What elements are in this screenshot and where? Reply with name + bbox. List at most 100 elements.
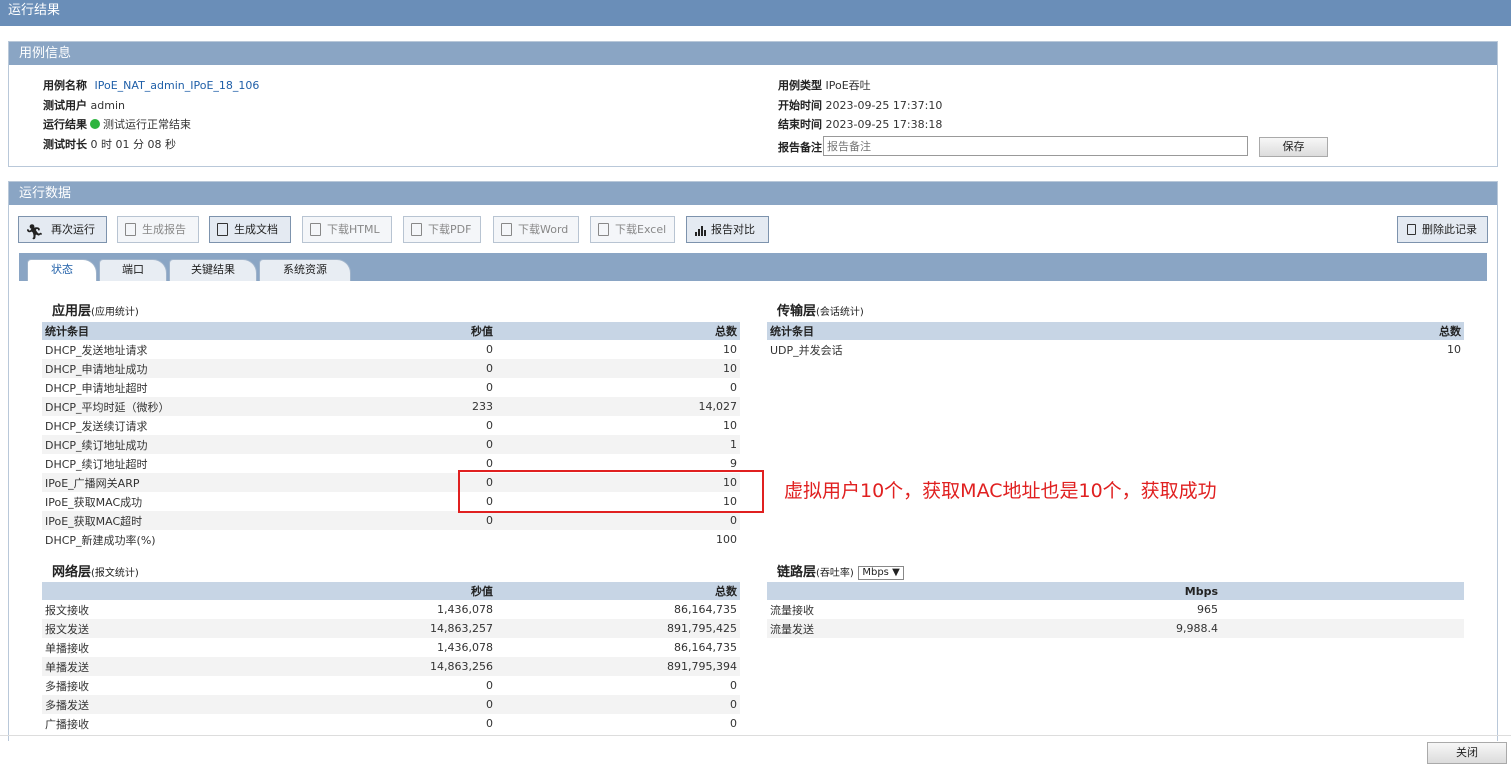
case-type-value: IPoE吞吐 (825, 79, 871, 92)
col-per-second: 秒值 (272, 322, 496, 340)
stat-item-cell: 流量接收 (767, 600, 997, 619)
run-result-value: 测试运行正常结束 (103, 118, 191, 131)
end-time-label: 结束时间 (778, 118, 822, 131)
status-ok-icon (90, 119, 100, 129)
report-remark-input[interactable] (823, 136, 1248, 156)
table-row: 报文接收 1,436,078 86,164,735 (42, 600, 740, 619)
duration-row: 测试时长 0 时 01 分 08 秒 (43, 136, 176, 152)
stat-value-cell: 891,795,394 (496, 657, 740, 676)
stat-item-cell: DHCP_发送地址请求 (42, 340, 272, 359)
tab-status[interactable]: 状态 (27, 259, 97, 281)
stat-item-cell: DHCP_续订地址超时 (42, 454, 272, 473)
stat-value-cell: 1,436,078 (272, 600, 496, 619)
download-excel-button[interactable]: 下载Excel (590, 216, 675, 243)
table-row: 多播发送 0 0 (42, 695, 740, 714)
delete-record-label: 删除此记录 (1422, 223, 1477, 236)
col-empty (1221, 582, 1464, 600)
empty-cell (1221, 600, 1464, 619)
app-layer-table: 统计条目 秒值 总数 DHCP_发送地址请求 0 10 DHCP_申请地址成功 0 10 D… (42, 322, 740, 549)
case-name-link[interactable]: IPoE_NAT_admin_IPoE_18_106 (95, 79, 260, 92)
net-layer-title-text: 网络层 (52, 565, 92, 580)
empty-cell (1221, 619, 1464, 638)
tab-system-resources[interactable]: 系统资源 (259, 259, 351, 281)
stat-item-cell: DHCP_申请地址成功 (42, 359, 272, 378)
html-document-icon (310, 223, 321, 236)
table-row: DHCP_平均时延（微秒） 233 14,027 (42, 397, 740, 416)
start-time-label: 开始时间 (778, 99, 822, 112)
table-row: 流量接收 965 (767, 600, 1464, 619)
stat-item-cell: DHCP_续订地址成功 (42, 435, 272, 454)
col-total: 总数 (496, 582, 740, 600)
duration-label: 测试时长 (43, 138, 87, 151)
stat-value-cell: 86,164,735 (496, 600, 740, 619)
stat-value-cell: 10 (1117, 340, 1464, 359)
download-pdf-label: 下载PDF (428, 223, 472, 236)
stat-value-cell: 0 (272, 416, 496, 435)
transport-layer-title: 传输层(会话统计) (767, 300, 901, 322)
generate-doc-button[interactable]: 生成文档 (209, 216, 291, 243)
download-html-button[interactable]: 下载HTML (302, 216, 392, 243)
stat-value-cell: 100 (496, 530, 740, 549)
table-row: DHCP_发送续订请求 0 10 (42, 416, 740, 435)
document-icon (125, 223, 136, 236)
stat-value-cell: 0 (272, 695, 496, 714)
stat-value-cell: 0 (496, 676, 740, 695)
generate-report-label: 生成报告 (142, 223, 186, 236)
download-html-label: 下载HTML (327, 223, 380, 236)
tab-ports[interactable]: 端口 (99, 259, 167, 281)
footer-divider (0, 735, 1511, 736)
case-name-row: 用例名称 IPoE_NAT_admin_IPoE_18_106 (43, 77, 259, 93)
table-row: 报文发送 14,863,257 891,795,425 (42, 619, 740, 638)
col-stat-item (767, 582, 997, 600)
highlight-box (458, 470, 764, 513)
link-layer-title-text: 链路层 (777, 565, 817, 580)
unit-select[interactable]: Mbps ▼ (858, 566, 904, 580)
col-per-second: 秒值 (272, 582, 496, 600)
stat-value-cell: 233 (272, 397, 496, 416)
pdf-document-icon (217, 223, 228, 236)
download-word-button[interactable]: 下载Word (493, 216, 579, 243)
table-row: 多播接收 0 0 (42, 676, 740, 695)
app-layer-title: 应用层(应用统计) (42, 300, 174, 322)
compare-report-button[interactable]: 报告对比 (686, 216, 769, 243)
stat-item-cell: IPoE_广播网关ARP (42, 473, 272, 492)
unit-select-value: Mbps (862, 567, 889, 578)
stat-value-cell: 0 (496, 714, 740, 733)
tab-key-results[interactable]: 关键结果 (169, 259, 257, 281)
stat-value-cell (272, 530, 496, 549)
app-layer-title-text: 应用层 (52, 304, 92, 319)
start-time-row: 开始时间 2023-09-25 17:37:10 (778, 97, 942, 113)
window-title: 运行结果 (8, 3, 61, 18)
table-row: 单播接收 1,436,078 86,164,735 (42, 638, 740, 657)
stat-item-cell: 多播发送 (42, 695, 272, 714)
stat-value-cell: 10 (496, 359, 740, 378)
save-button[interactable]: 保存 (1259, 137, 1328, 157)
download-pdf-button[interactable]: 下载PDF (403, 216, 481, 243)
stat-value-cell: 0 (496, 695, 740, 714)
table-row: 单播发送 14,863,256 891,795,394 (42, 657, 740, 676)
stat-value-cell: 0 (272, 676, 496, 695)
col-stat-item: 统计条目 (42, 322, 272, 340)
stat-value-cell: 891,795,425 (496, 619, 740, 638)
delete-record-button[interactable]: 删除此记录 (1397, 216, 1488, 243)
generate-report-button[interactable]: 生成报告 (117, 216, 199, 243)
net-layer-title: 网络层(报文统计) (42, 561, 176, 583)
duration-value: 0 时 01 分 08 秒 (90, 138, 176, 151)
generate-doc-label: 生成文档 (234, 223, 278, 236)
stat-value-cell: 1,436,078 (272, 638, 496, 657)
transport-layer-title-text: 传输层 (777, 304, 817, 319)
run-result-row: 运行结果 测试运行正常结束 (43, 116, 191, 132)
rerun-button[interactable]: 🏃︎ 再次运行 (18, 216, 107, 243)
stat-value-cell: 1 (496, 435, 740, 454)
col-total: 总数 (496, 322, 740, 340)
end-time-row: 结束时间 2023-09-25 17:38:18 (778, 116, 942, 132)
stat-item-cell: DHCP_申请地址超时 (42, 378, 272, 397)
running-man-icon: 🏃︎ (25, 223, 45, 241)
stat-item-cell: DHCP_平均时延（微秒） (42, 397, 272, 416)
close-button[interactable]: 关闭 (1427, 742, 1507, 764)
rerun-label: 再次运行 (51, 223, 95, 236)
stat-item-cell: 报文发送 (42, 619, 272, 638)
stat-item-cell: 报文接收 (42, 600, 272, 619)
remark-label: 报告备注 (778, 141, 822, 154)
tab-bar: 状态 端口 关键结果 系统资源 (19, 253, 1487, 281)
